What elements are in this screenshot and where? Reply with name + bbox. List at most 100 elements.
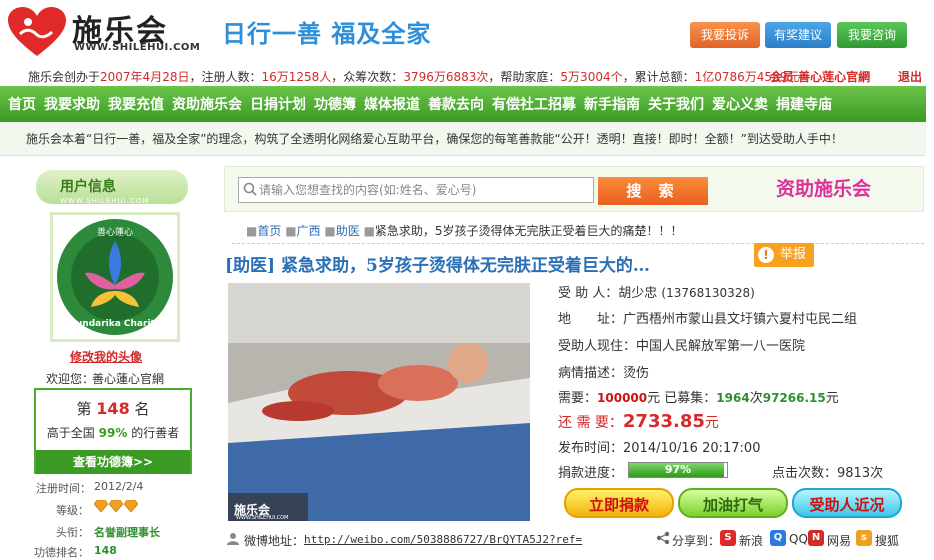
- title-label: 头衔：: [56, 526, 89, 539]
- raised-times-unit: 次: [749, 391, 763, 406]
- nav-item[interactable]: 我要求助: [44, 94, 100, 114]
- nav-item[interactable]: 善款去向: [428, 94, 484, 114]
- still-unit: 元: [704, 415, 719, 431]
- stats-text: ，帮助家庭：: [488, 70, 561, 84]
- nav-item[interactable]: 有偿社工招募: [492, 94, 576, 114]
- user-account-link[interactable]: 会员 善心莲心官網: [770, 68, 870, 85]
- nav-item[interactable]: 新手指南: [584, 94, 640, 114]
- welcome-label: 欢迎您：: [46, 372, 95, 386]
- nav-item[interactable]: 资助施乐会: [172, 94, 242, 114]
- diamond-icon: [109, 500, 123, 512]
- rank-line: 第 148 名: [40, 398, 186, 419]
- recipient-label: 受 助 人：: [558, 286, 619, 301]
- stats-text: ，累计总额：: [622, 70, 695, 84]
- raised-times: 1964: [716, 391, 750, 405]
- share-sina[interactable]: 新浪: [739, 532, 763, 549]
- nav-item[interactable]: 关于我们: [648, 94, 704, 114]
- address-value: 广西梧州市蒙山县文圩镇六夏村屯民二组: [623, 312, 858, 327]
- clicks-row: 点击次数：9813次: [772, 462, 883, 481]
- title-value: 名誉副理事长: [94, 526, 160, 539]
- raised-amount: 97266.15: [762, 391, 826, 405]
- share-sohu[interactable]: 搜狐: [875, 532, 899, 549]
- reg-label: 注册时间：: [36, 482, 91, 495]
- address-label: 地 址：: [558, 312, 624, 327]
- photo-url: WWW.SHILEHUI.COM: [236, 515, 289, 521]
- need-amount: 100000: [597, 391, 648, 405]
- need-unit: 元: [647, 391, 661, 406]
- pct-suffix: 的行善者: [131, 426, 180, 440]
- stats-founded: 2007年4月28日: [100, 70, 190, 84]
- recipient-row: 受 助 人：胡少忠 (13768130328): [558, 282, 755, 301]
- stats-text: ，众筹次数：: [331, 70, 404, 84]
- need-label: 需要：: [558, 391, 598, 406]
- clicks-value: 9813次: [837, 466, 884, 481]
- nav-item[interactable]: 首页: [8, 94, 36, 114]
- weibo-icon: [227, 533, 239, 545]
- stats-users: 16万1258人: [261, 70, 332, 84]
- cheer-button[interactable]: 加油打气: [678, 488, 788, 518]
- sohu-icon[interactable]: s: [856, 530, 872, 546]
- breadcrumb-current: 紧急求助，5岁孩子烫得体无完肤正受着巨大的痛楚！！！: [374, 224, 683, 238]
- edit-avatar-link[interactable]: 修改我的头像: [70, 348, 142, 365]
- qzone-icon[interactable]: Q: [770, 530, 786, 546]
- logout-link[interactable]: 退出: [898, 68, 922, 85]
- recipient-updates-button[interactable]: 受助人近况: [792, 488, 902, 518]
- nav-item[interactable]: 捐建寺庙: [776, 94, 832, 114]
- nav-item[interactable]: 爱心义卖: [712, 94, 768, 114]
- funding-row: 需要：100000元 已募集：1964次97266.15元: [558, 387, 839, 406]
- reg-date: 2012/2/4: [94, 480, 144, 493]
- sina-weibo-icon[interactable]: S: [720, 530, 736, 546]
- share-netease[interactable]: 网易: [827, 532, 851, 549]
- publish-row: 发布时间：2014/10/16 20:17:00: [558, 437, 760, 456]
- slogan: 日行一善 福及全家: [222, 20, 432, 48]
- netease-icon[interactable]: N: [808, 530, 824, 546]
- post-title: [助医] 紧急求助，5岁孩子烫得体无完肤正受着巨大的…: [225, 256, 650, 276]
- main-nav: 首页 我要求助 我要充值 资助施乐会 日捐计划 功德簿 媒体报道 善款去向 有偿…: [0, 86, 926, 122]
- avatar[interactable]: 善心蓮心 Pundarika Charity: [50, 212, 180, 342]
- nav-item[interactable]: 功德簿: [314, 94, 356, 114]
- address-row: 地 址：广西梧州市蒙山县文圩镇六夏村屯民二组: [558, 308, 857, 327]
- alert-icon[interactable]: !: [758, 247, 774, 263]
- breadcrumb-category[interactable]: 助医: [336, 224, 360, 238]
- search-input[interactable]: 请输入您想查找的内容(如:姓名、爱心号): [238, 177, 594, 203]
- illness-label: 病情描述：: [558, 366, 624, 381]
- consult-button[interactable]: 我要咨询: [837, 22, 907, 48]
- breadcrumb-bullet-icon: ■: [324, 224, 336, 238]
- weibo-link[interactable]: http://weibo.com/5038886727/BrQYTA5J2?re…: [304, 533, 582, 546]
- still-label: 还 需 要：: [558, 415, 623, 431]
- recipient-phone: (13768130328): [661, 286, 755, 300]
- breadcrumb-region[interactable]: 广西: [297, 224, 321, 238]
- breadcrumb-home[interactable]: 首页: [257, 224, 281, 238]
- patient-photo-image: [228, 283, 530, 521]
- notice-bar: 施乐会本着“日行一善，福及全家”的理念，构筑了全透明化网络爱心互助平台，确保您的…: [0, 122, 926, 156]
- raised-label: 已募集：: [664, 391, 717, 406]
- merit-book-button[interactable]: 查看功德簿>>: [36, 450, 190, 474]
- breadcrumb-bullet-icon: ■: [363, 224, 375, 238]
- share-label: 分享到：: [672, 534, 721, 548]
- merit-rank-label: 功德排名：: [34, 546, 89, 559]
- logo-heart-icon: [8, 7, 66, 56]
- percentile-line: 高于全国 99% 的行善者: [40, 424, 186, 441]
- complaint-button[interactable]: 我要投诉: [690, 22, 760, 48]
- rank-prefix: 第: [76, 400, 92, 418]
- search-button[interactable]: 搜 索: [598, 177, 708, 205]
- sponsor-banner[interactable]: 资助施乐会: [776, 174, 871, 201]
- share-qq[interactable]: QQ: [789, 532, 808, 546]
- diamond-icon: [94, 500, 108, 512]
- nav-item[interactable]: 我要充值: [108, 94, 164, 114]
- patient-photo: 施乐会 WWW.SHILEHUI.COM: [228, 283, 530, 521]
- raised-unit: 元: [825, 391, 839, 406]
- hospital-row: 受助人现住：中国人民解放军第一八一医院: [558, 335, 805, 354]
- merit-rank-value: 148: [94, 544, 117, 557]
- rank-number: 148: [96, 399, 130, 418]
- illness-value: 烫伤: [623, 366, 650, 381]
- donate-button[interactable]: 立即捐款: [564, 488, 674, 518]
- level-label: 等级：: [56, 504, 89, 517]
- rank-suffix: 名: [134, 400, 150, 418]
- suggestion-button[interactable]: 有奖建议: [765, 22, 831, 48]
- weibo-label: 微博地址：: [244, 534, 305, 548]
- nav-item[interactable]: 媒体报道: [364, 94, 420, 114]
- avatar-top-text: 善心蓮心: [96, 228, 133, 238]
- nav-item[interactable]: 日捐计划: [250, 94, 306, 114]
- pct-prefix: 高于全国: [46, 426, 95, 440]
